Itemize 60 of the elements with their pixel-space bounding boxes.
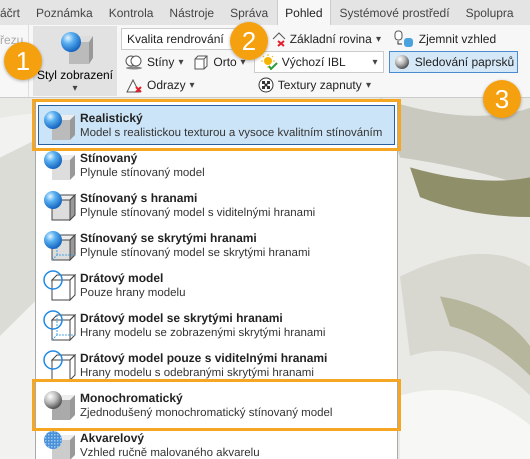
shadows-button[interactable]: Stíny ▾ bbox=[121, 51, 188, 73]
sphere-cube-icon bbox=[42, 228, 76, 262]
menu-item-description: Vzhled ručně malovaného akvarelu bbox=[80, 447, 260, 459]
sphere-cube-icon bbox=[42, 268, 76, 302]
menu-item-description: Hrany modelu s odebranými skrytými hranami bbox=[80, 367, 315, 379]
sun-icon bbox=[260, 54, 278, 70]
menu-item-title: Drátový model bbox=[80, 271, 164, 285]
sphere-cube-icon bbox=[42, 308, 76, 342]
menu-item[interactable]: Akvarelový Vzhled ručně malovaného akvarelu bbox=[38, 425, 395, 459]
refine-appearance-button[interactable]: Zjemnit vzhled bbox=[388, 28, 518, 50]
menu-item-description: Pouze hrany modelu bbox=[80, 287, 186, 299]
sphere-cube-icon bbox=[42, 148, 76, 182]
menu-item[interactable]: Monochromatický Zjednodušený monochromatický stínovaný model bbox=[38, 385, 395, 425]
ribbon-tab[interactable]: Poznámka bbox=[29, 0, 100, 25]
menu-item[interactable]: Drátový model pouze s viditelnými hranami Hrany modelu s odebranými skrytými hranami bbox=[38, 345, 395, 385]
ground-plane-button[interactable]: Základní rovina ▾ bbox=[268, 28, 385, 50]
ribbon-tab[interactable]: Správa bbox=[223, 0, 276, 25]
render-quality-dropdown[interactable]: Kvalita rendrování bbox=[121, 28, 237, 50]
menu-item-description: Plynule stínovaný model s viditelnými hranami bbox=[80, 207, 316, 219]
menu-item-title: Realistický bbox=[80, 111, 144, 125]
menu-item-description: Plynule stínovaný model bbox=[80, 167, 205, 179]
sphere-cube-icon bbox=[42, 428, 76, 459]
ribbon-tab[interactable]: Kontrola bbox=[102, 0, 160, 25]
menu-item[interactable]: Stínovaný se skrytými hranami Plynule stínovaný model se skrytými hranami bbox=[38, 225, 395, 265]
menu-item-title: Akvarelový bbox=[80, 431, 146, 445]
ibl-dropdown[interactable]: Výchozí IBL ▾ bbox=[254, 51, 384, 73]
reflections-button[interactable]: Odrazy ▾ bbox=[121, 74, 250, 96]
ribbon-tab[interactable]: Systémové prostředí bbox=[332, 0, 457, 25]
menu-item[interactable]: Stínovaný s hranami Plynule stínovaný model s viditelnými hranami bbox=[38, 185, 395, 225]
shadows-icon bbox=[125, 54, 143, 70]
menu-item-title: Drátový model pouze s viditelnými hranami bbox=[80, 351, 328, 365]
sphere-cube-icon bbox=[42, 188, 76, 222]
menu-item[interactable]: Drátový model Pouze hrany modelu bbox=[38, 265, 395, 305]
menu-item-description: Plynule stínovaný model se skrytými hranami bbox=[80, 247, 310, 259]
menu-item[interactable]: Drátový model se skrytými hranami Hrany modelu se zobrazenými skrytými hranami bbox=[38, 305, 395, 345]
menu-item-title: Stínovaný se skrytými hranami bbox=[80, 231, 258, 245]
checker-icon bbox=[258, 77, 274, 93]
sphere-icon bbox=[392, 53, 411, 71]
ribbon-tab[interactable]: Spolupra bbox=[458, 0, 521, 25]
ray-tracing-button[interactable]: Sledování paprsků bbox=[388, 51, 518, 73]
sphere-cube-icon bbox=[42, 388, 76, 422]
sphere-cube-icon bbox=[42, 348, 76, 382]
menu-item[interactable]: Stínovaný Plynule stínovaný model bbox=[38, 145, 395, 185]
menu-item-title: Stínovaný bbox=[80, 151, 138, 165]
menu-item-description: Zjednodušený monochromatický stínovaný model bbox=[80, 407, 332, 419]
cube-icon bbox=[193, 54, 210, 70]
menu-item-description: Hrany modelu se zobrazenými skrytými hranami bbox=[80, 327, 326, 339]
ribbon-tab[interactable]: áčrt bbox=[0, 0, 28, 25]
ground-plane-icon bbox=[272, 31, 286, 47]
ribbon-tab[interactable]: Nástroje bbox=[162, 0, 222, 25]
display-style-button[interactable]: Styl zobrazení ▾ bbox=[33, 26, 117, 96]
menu-item-title: Stínovaný s hranami bbox=[80, 191, 198, 205]
refine-icon bbox=[392, 30, 415, 48]
sphere-cube-icon bbox=[42, 108, 76, 142]
menu-item-title: Drátový model se skrytými hranami bbox=[80, 311, 284, 325]
textures-button[interactable]: Textury zapnuty ▾ bbox=[254, 74, 385, 96]
ribbon-tab[interactable]: Pohled bbox=[277, 0, 331, 25]
menu-item-description: Model s realistickou texturou a vysoce kvalitním stínováním bbox=[80, 127, 382, 139]
reflections-icon bbox=[125, 77, 143, 93]
menu-item-title: Monochromatický bbox=[80, 391, 184, 405]
